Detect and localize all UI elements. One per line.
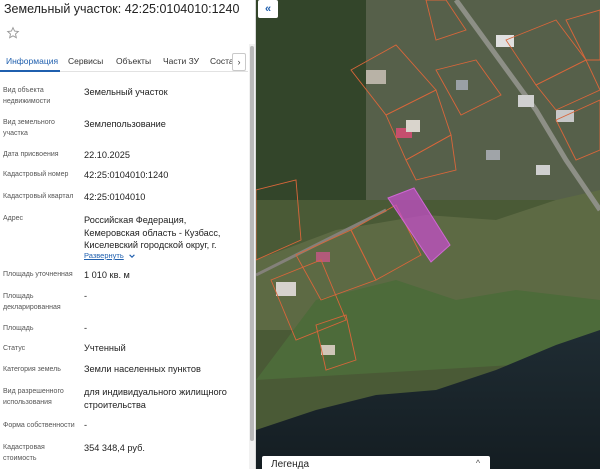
expand-address-link[interactable]: Развернуть <box>84 251 124 260</box>
field-label: Площадь уточненная <box>3 271 73 278</box>
field-label: Кадастровый номер <box>3 171 69 178</box>
field-value: Земельный участок <box>84 87 168 97</box>
field-label: Кадастровый квартал <box>3 193 74 200</box>
field-label: Статус <box>3 345 26 352</box>
field-label: Вид разрешенного использования <box>3 388 64 406</box>
field-label: Вид земельного участка <box>3 119 55 137</box>
field-label: Вид объекта недвижимости <box>3 87 51 105</box>
field-label: Площадь декларированная <box>3 293 61 311</box>
chevron-down-icon[interactable] <box>128 252 136 260</box>
field-value: Землепользование <box>84 119 166 129</box>
field-value: 42:25:0104010:1240 <box>84 170 169 180</box>
tabs-next-button[interactable]: › <box>232 53 246 71</box>
tab-parts[interactable]: Части ЗУ <box>163 56 199 66</box>
field-value: - <box>84 420 88 430</box>
field-label: Форма собственности <box>3 422 75 429</box>
field-value: Земли населенных пунктов <box>84 364 201 374</box>
field-label: Адрес <box>3 215 24 222</box>
chevron-up-icon[interactable]: ^ <box>472 458 484 469</box>
legend-panel[interactable]: Легенда ^ <box>262 456 490 469</box>
field-value: 42:25:0104010 <box>84 192 146 202</box>
legend-title: Легенда <box>271 459 310 469</box>
field-value: Учтенный <box>84 343 126 353</box>
tab-info[interactable]: Информация <box>6 56 58 66</box>
field-value: - <box>84 291 88 301</box>
star-icon[interactable] <box>6 26 20 40</box>
field-value: 1 010 кв. м <box>84 270 130 280</box>
field-value: Российская Федерация, Кемеровская област… <box>84 215 221 250</box>
field-value: для индивидуального жилищного строительс… <box>84 387 227 410</box>
tab-objects[interactable]: Объекты <box>116 56 151 66</box>
panel-scrollbar-thumb[interactable] <box>250 46 254 441</box>
field-label: Кадастровая стоимость <box>3 444 45 462</box>
field-label: Площадь <box>3 325 34 332</box>
panel-title: Земельный участок: 42:25:0104010:1240 <box>4 2 240 16</box>
tab-bar: Информация Сервисы Объекты Части ЗУ Сост… <box>0 50 248 72</box>
collapse-panel-button[interactable]: « <box>258 0 278 18</box>
satellite-map[interactable]: « Легенда ^ <box>256 0 600 469</box>
map-imagery <box>256 0 600 469</box>
tab-services[interactable]: Сервисы <box>68 56 103 66</box>
field-label: Дата присвоения <box>3 151 59 158</box>
field-label: Категория земель <box>3 366 61 373</box>
field-value: 22.10.2025 <box>84 150 130 160</box>
active-tab-indicator <box>0 70 60 72</box>
field-value: - <box>84 323 88 333</box>
field-value: 354 348,4 руб. <box>84 443 145 453</box>
info-panel: Земельный участок: 42:25:0104010:1240 Ин… <box>0 0 256 469</box>
